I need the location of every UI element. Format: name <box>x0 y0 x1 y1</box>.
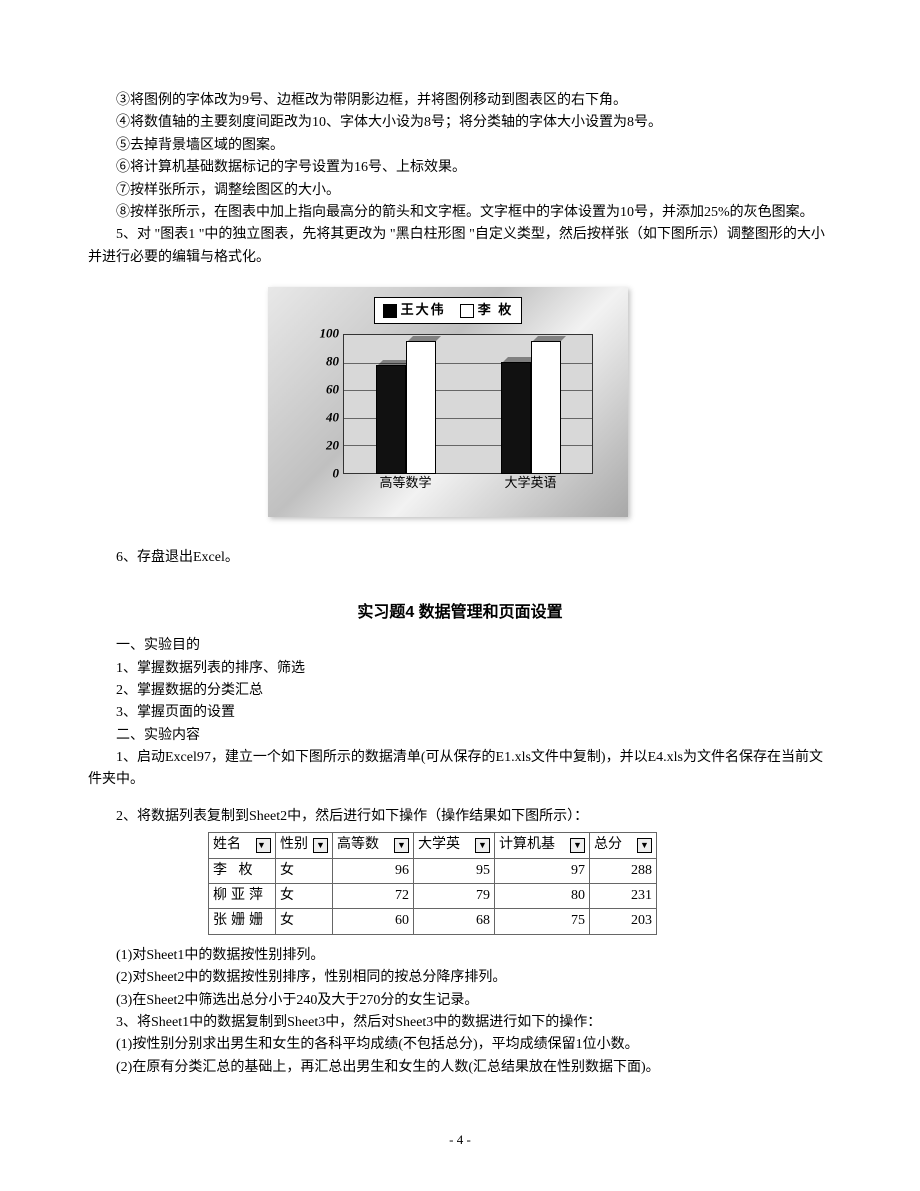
paragraph-5: ⑤去掉背景墙区域的图案。 <box>88 135 832 157</box>
question-5: (2)在原有分类汇总的基础上，再汇总出男生和女生的人数(汇总结果放在性别数据下面… <box>88 1057 832 1079</box>
purpose-3: 3、掌握页面的设置 <box>88 702 832 724</box>
dropdown-icon[interactable]: ▼ <box>475 838 490 853</box>
table-cell: 288 <box>590 858 657 883</box>
y-tick: 80 <box>303 352 339 373</box>
paragraph-8: ⑧按样张所示，在图表中加上指向最高分的箭头和文字框。文字框中的字体设置为10号，… <box>88 202 832 224</box>
table-row: 李 枚女969597288 <box>209 858 657 883</box>
table-header-cell: 姓名 ▼ <box>209 833 276 858</box>
content-2: 2、将数据列表复制到Sheet2中，然后进行如下操作（操作结果如下图所示）： <box>88 806 832 828</box>
bar-group <box>376 334 436 474</box>
dropdown-icon[interactable]: ▼ <box>570 838 585 853</box>
table-cell: 80 <box>495 884 590 909</box>
chart-legend: 王大伟 李 枚 <box>374 297 523 324</box>
dropdown-icon[interactable]: ▼ <box>313 838 328 853</box>
purpose-2: 2、掌握数据的分类汇总 <box>88 680 832 702</box>
table-header-cell: 总分 ▼ <box>590 833 657 858</box>
paragraph-10: 6、存盘退出Excel。 <box>88 547 832 569</box>
table-cell: 97 <box>495 858 590 883</box>
header-label: 姓名 <box>213 834 241 856</box>
question-2: (2)对Sheet2中的数据按性别排序，性别相同的按总分降序排列。 <box>88 967 832 989</box>
table-cell: 203 <box>590 909 657 934</box>
document-page: ③将图例的字体改为9号、边框改为带阴影边框，并将图例移动到图表区的右下角。 ④将… <box>0 0 920 1191</box>
plot-area: 020406080100 高等数学 大学英语 <box>303 334 593 494</box>
table-cell: 75 <box>495 909 590 934</box>
table-header-cell: 性别 ▼ <box>276 833 333 858</box>
y-tick: 40 <box>303 408 339 429</box>
y-tick: 20 <box>303 436 339 457</box>
bar <box>531 341 561 474</box>
y-tick: 60 <box>303 380 339 401</box>
table-cell: 女 <box>276 884 333 909</box>
table-cell: 60 <box>333 909 414 934</box>
table-cell: 72 <box>333 884 414 909</box>
purpose-1: 1、掌握数据列表的排序、筛选 <box>88 658 832 680</box>
table-header-cell: 大学英 ▼ <box>414 833 495 858</box>
y-tick: 100 <box>303 324 339 345</box>
table-header-cell: 计算机基 ▼ <box>495 833 590 858</box>
paragraph-9: 5、对 "图表1 "中的独立图表，先将其更改为 "黑白柱形图 "自定义类型，然后… <box>88 224 832 269</box>
bar-group <box>501 334 561 474</box>
header-label: 高等数 <box>337 834 379 856</box>
swatch-white-icon <box>460 304 474 318</box>
paragraph-6: ⑥将计算机基础数据标记的字号设置为16号、上标效果。 <box>88 157 832 179</box>
swatch-black-icon <box>383 304 397 318</box>
table-cell: 女 <box>276 909 333 934</box>
x-tick-1: 高等数学 <box>343 473 468 494</box>
table-row: 柳亚萍女727980231 <box>209 884 657 909</box>
header-label: 计算机基 <box>499 834 555 856</box>
legend-item-2: 李 枚 <box>460 300 514 321</box>
page-number: - 4 - <box>0 1130 920 1151</box>
table-row: 张姗姗女606875203 <box>209 909 657 934</box>
x-tick-2: 大学英语 <box>468 473 593 494</box>
subhead-purpose: 一、实验目的 <box>88 635 832 657</box>
legend-label-1: 王大伟 <box>401 300 446 321</box>
y-tick: 0 <box>303 464 339 485</box>
legend-label-2: 李 枚 <box>478 300 514 321</box>
paragraph-3: ③将图例的字体改为9号、边框改为带阴影边框，并将图例移动到图表区的右下角。 <box>88 90 832 112</box>
header-label: 大学英 <box>418 834 460 856</box>
legend-item-1: 王大伟 <box>383 300 446 321</box>
content-1: 1、启动Excel97，建立一个如下图所示的数据清单(可从保存的E1.xls文件… <box>88 747 832 792</box>
table-header-cell: 高等数 ▼ <box>333 833 414 858</box>
table-cell: 95 <box>414 858 495 883</box>
dropdown-icon[interactable]: ▼ <box>394 838 409 853</box>
content-3: 3、将Sheet1中的数据复制到Sheet3中，然后对Sheet3中的数据进行如… <box>88 1012 832 1034</box>
header-label: 性别 <box>280 834 308 856</box>
bar <box>501 362 531 474</box>
dropdown-icon[interactable]: ▼ <box>256 838 271 853</box>
header-label: 总分 <box>594 834 622 856</box>
table-cell: 女 <box>276 858 333 883</box>
table-cell: 柳亚萍 <box>209 884 276 909</box>
table-cell: 68 <box>414 909 495 934</box>
table-header-row: 姓名 ▼ 性别 ▼ 高等数 ▼ 大学英 ▼ 计算机基 ▼ 总分 ▼ <box>209 833 657 858</box>
question-1: (1)对Sheet1中的数据按性别排列。 <box>88 945 832 967</box>
data-table: 姓名▼性别▼高等数▼大学英▼计算机基▼总分▼ 李 枚女969597288柳亚萍女… <box>208 832 657 935</box>
subhead-content: 二、实验内容 <box>88 725 832 747</box>
paragraph-7: ⑦按样张所示，调整绘图区的大小。 <box>88 180 832 202</box>
section-title-4: 实习题4 数据管理和页面设置 <box>88 600 832 626</box>
paragraph-4: ④将数值轴的主要刻度间距改为10、字体大小设为8号；将分类轴的字体大小设置为8号… <box>88 112 832 134</box>
bar <box>406 341 436 474</box>
question-4: (1)按性别分别求出男生和女生的各科平均成绩(不包括总分)，平均成绩保留1位小数… <box>88 1034 832 1056</box>
table-cell: 231 <box>590 884 657 909</box>
dropdown-icon[interactable]: ▼ <box>637 838 652 853</box>
chart-bars <box>343 334 593 474</box>
bar-chart: 王大伟 李 枚 0 20 40 60 80 100 高等数学 大学英语 <box>268 287 628 517</box>
table-cell: 96 <box>333 858 414 883</box>
table-cell: 79 <box>414 884 495 909</box>
question-3: (3)在Sheet2中筛选出总分小于240及大于270分的女生记录。 <box>88 990 832 1012</box>
table-cell: 张姗姗 <box>209 909 276 934</box>
bar <box>376 365 406 474</box>
table-cell: 李 枚 <box>209 858 276 883</box>
